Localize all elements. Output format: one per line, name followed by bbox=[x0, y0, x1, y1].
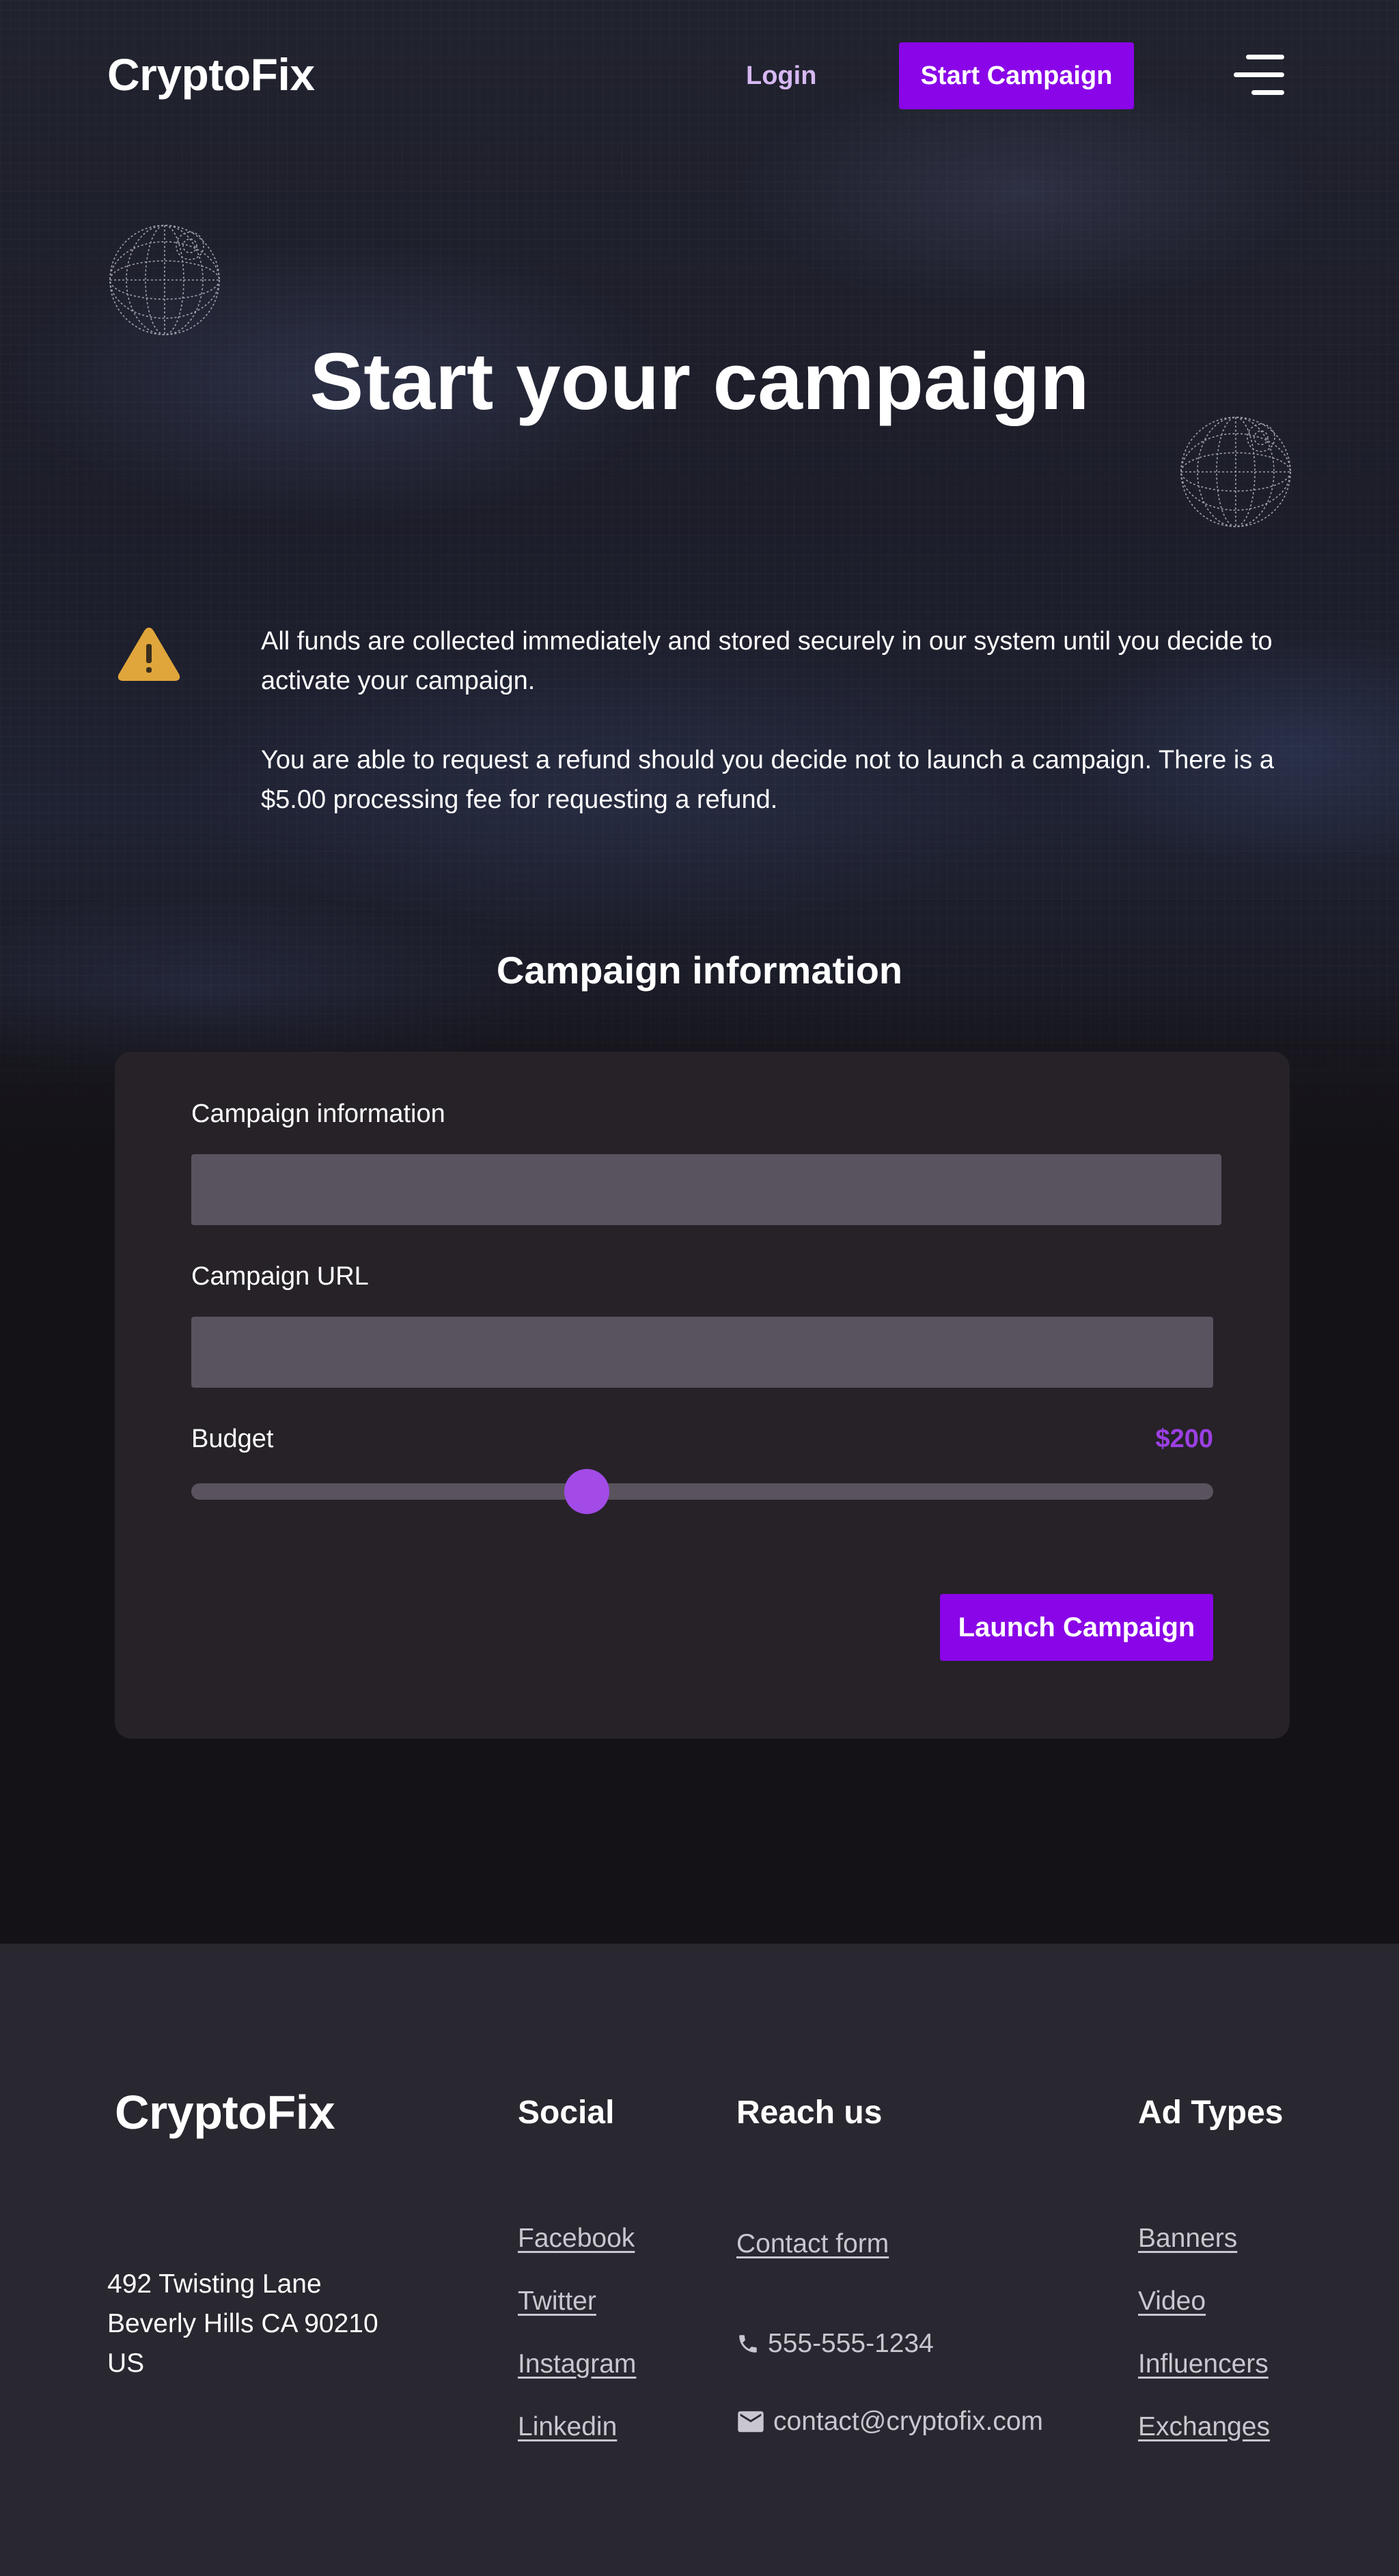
footer: CryptoFix 492 Twisting Lane Beverly Hill… bbox=[0, 1944, 1399, 2576]
email-row: contact@cryptofix.com bbox=[736, 2407, 1043, 2437]
budget-slider[interactable] bbox=[191, 1469, 1213, 1514]
exchanges-link[interactable]: Exchanges bbox=[1138, 2412, 1270, 2442]
mail-icon bbox=[738, 2411, 764, 2433]
campaign-url-input[interactable] bbox=[191, 1317, 1213, 1388]
budget-value: $200 bbox=[1155, 1425, 1213, 1453]
campaign-form: Campaign information Campaign URL Budget… bbox=[115, 1052, 1290, 1739]
phone-number: 555-555-1234 bbox=[768, 2329, 934, 2358]
linkedin-link[interactable]: Linkedin bbox=[518, 2412, 617, 2442]
login-link[interactable]: Login bbox=[746, 61, 816, 91]
campaign-info-input[interactable] bbox=[191, 1154, 1221, 1225]
notice-paragraph: All funds are collected immediately and … bbox=[261, 627, 1273, 695]
warning-icon bbox=[117, 628, 180, 681]
twitter-link[interactable]: Twitter bbox=[518, 2286, 596, 2316]
campaign-url-label: Campaign URL bbox=[191, 1262, 369, 1291]
contact-form-link[interactable]: Contact form bbox=[736, 2229, 889, 2259]
budget-label: Budget bbox=[191, 1425, 274, 1453]
notice-paragraph: You are able to request a refund should … bbox=[261, 746, 1275, 814]
start-campaign-button[interactable]: Start Campaign bbox=[899, 42, 1134, 109]
phone-row: 555-555-1234 bbox=[736, 2329, 934, 2359]
email-address: contact@cryptofix.com bbox=[773, 2407, 1044, 2436]
address-line: Beverly Hills CA 90210 bbox=[107, 2309, 378, 2338]
social-heading: Social bbox=[518, 2095, 615, 2131]
facebook-link[interactable]: Facebook bbox=[518, 2224, 635, 2254]
instagram-link[interactable]: Instagram bbox=[518, 2349, 636, 2379]
section-title: Campaign information bbox=[496, 949, 903, 992]
ad-types-heading: Ad Types bbox=[1138, 2095, 1284, 2131]
influencers-link[interactable]: Influencers bbox=[1138, 2349, 1269, 2379]
address-line: US bbox=[107, 2349, 145, 2378]
launch-campaign-button[interactable]: Launch Campaign bbox=[940, 1594, 1213, 1661]
site-logo[interactable]: CryptoFix bbox=[107, 52, 315, 97]
funds-notice: All funds are collected immediately and … bbox=[261, 621, 1299, 859]
budget-slider-thumb[interactable] bbox=[564, 1469, 609, 1514]
address-line: 492 Twisting Lane bbox=[107, 2269, 322, 2299]
banners-link[interactable]: Banners bbox=[1138, 2224, 1237, 2254]
globe-icon bbox=[109, 225, 220, 335]
page-title: Start your campaign bbox=[309, 337, 1090, 427]
menu-icon[interactable] bbox=[1234, 55, 1284, 96]
globe-icon bbox=[1180, 417, 1291, 527]
budget-header: Budget $200 bbox=[191, 1425, 1213, 1459]
video-link[interactable]: Video bbox=[1138, 2286, 1206, 2316]
phone-icon bbox=[739, 2335, 757, 2353]
address: 492 Twisting Lane Beverly Hills CA 90210… bbox=[107, 2265, 378, 2383]
footer-logo[interactable]: CryptoFix bbox=[115, 2088, 335, 2136]
reach-us-heading: Reach us bbox=[736, 2095, 883, 2131]
campaign-info-label: Campaign information bbox=[191, 1100, 445, 1128]
